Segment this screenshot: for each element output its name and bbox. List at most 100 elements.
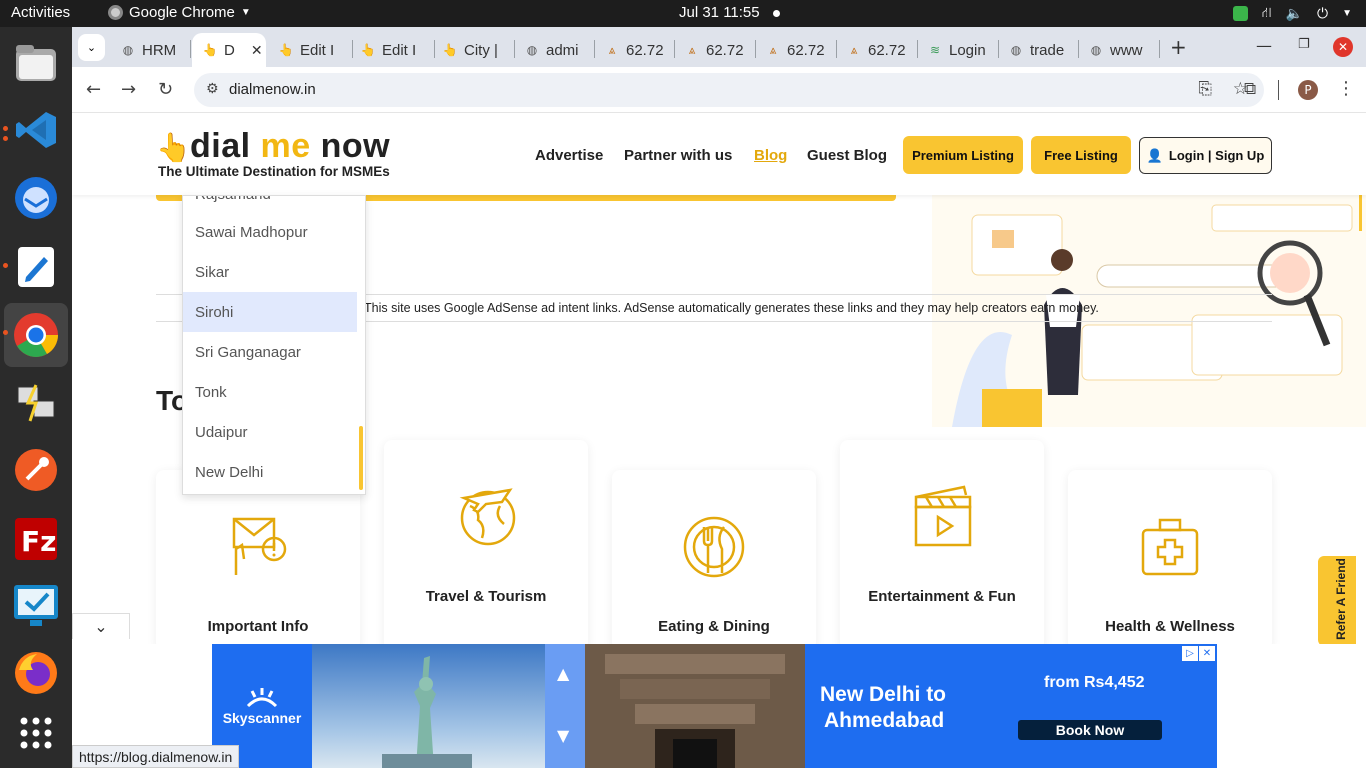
remote-support-icon[interactable] bbox=[10, 580, 62, 632]
system-top-bar: Activities Google Chrome ▼ Jul 31 11:55 … bbox=[0, 0, 1366, 27]
refer-friend-tab[interactable]: Refer A Friend bbox=[1318, 556, 1356, 644]
chrome-icon bbox=[108, 5, 123, 20]
dropdown-option[interactable]: Sikar bbox=[183, 252, 357, 292]
ad-choices[interactable]: ▷ ✕ bbox=[1182, 646, 1215, 661]
tab[interactable]: ⩓ 62.72 bbox=[604, 33, 670, 67]
premium-listing-button[interactable]: Premium Listing bbox=[903, 136, 1023, 174]
svg-text:Fz: Fz bbox=[21, 525, 56, 558]
globe-icon: ◍ bbox=[1090, 43, 1102, 57]
ad-carousel-arrows[interactable]: ▲ ▼ bbox=[545, 644, 585, 768]
dropdown-option[interactable]: Sawai Madhopur bbox=[183, 212, 357, 252]
tab-strip: ⌄ ◍ HRM 👆 D ✕ 👆 Edit I 👆 Edit I 👆 City |… bbox=[72, 27, 1366, 67]
vscode-icon[interactable] bbox=[10, 104, 62, 156]
dropdown-option[interactable]: Tonk bbox=[183, 372, 357, 412]
close-icon[interactable]: ✕ bbox=[1199, 646, 1215, 661]
category-card-important-info[interactable]: Important Info bbox=[156, 470, 360, 644]
tab[interactable]: ◍ www bbox=[1088, 33, 1154, 67]
minimize-button[interactable]: — bbox=[1256, 36, 1272, 55]
category-card-entertainment[interactable]: Entertainment & Fun bbox=[840, 440, 1044, 644]
tab[interactable]: ⩓ 62.72 bbox=[846, 33, 912, 67]
clock[interactable]: Jul 31 11:55 bbox=[679, 4, 760, 21]
adchoices-icon[interactable]: ▷ bbox=[1182, 646, 1198, 661]
tab-label: City | bbox=[464, 41, 498, 59]
nav-advertise[interactable]: Advertise bbox=[535, 147, 603, 164]
category-card-health[interactable]: Health & Wellness bbox=[1068, 470, 1272, 644]
forward-button[interactable]: → bbox=[121, 79, 136, 100]
back-button[interactable]: ← bbox=[86, 79, 101, 100]
text-editor-icon[interactable] bbox=[10, 241, 62, 293]
hand-icon: 👆 bbox=[278, 43, 294, 57]
tab-label: 62.72 bbox=[787, 41, 825, 59]
category-label: Entertainment & Fun bbox=[868, 588, 1016, 605]
dropdown-option[interactable]: Udaipur bbox=[183, 412, 357, 452]
dropdown-option[interactable]: New Delhi bbox=[183, 452, 357, 492]
login-signup-button[interactable]: 👤 Login | Sign Up bbox=[1139, 137, 1272, 174]
files-icon[interactable] bbox=[10, 37, 62, 89]
ad-brand-name: Skyscanner bbox=[222, 710, 302, 726]
free-listing-button[interactable]: Free Listing bbox=[1031, 136, 1131, 174]
arrow-down-icon[interactable]: ▼ bbox=[557, 726, 569, 745]
tab[interactable]: ◍ admi bbox=[524, 33, 588, 67]
postman-icon[interactable] bbox=[10, 444, 62, 496]
medical-kit-icon bbox=[1141, 518, 1199, 576]
menu-kebab-icon[interactable]: ⋮ bbox=[1337, 78, 1355, 99]
tab-label: Edit I bbox=[300, 41, 335, 59]
new-tab-button[interactable]: + bbox=[1170, 35, 1187, 59]
profile-avatar[interactable]: P bbox=[1298, 80, 1318, 100]
dropdown-option-selected[interactable]: Sirohi bbox=[183, 292, 357, 332]
tab[interactable]: 👆 Edit I bbox=[278, 33, 348, 67]
nav-guest-blog[interactable]: Guest Blog bbox=[807, 147, 887, 164]
system-tray[interactable]: ⛙ 🔈 ⏻ ▼ bbox=[1232, 4, 1352, 23]
tab-label: 62.72 bbox=[868, 41, 906, 59]
show-apps-icon[interactable] bbox=[10, 707, 62, 759]
tab[interactable]: ◍ HRM bbox=[116, 33, 186, 67]
install-app-icon[interactable]: ⎘ bbox=[1198, 79, 1212, 99]
category-label: Important Info bbox=[207, 618, 309, 635]
nav-blog[interactable]: Blog bbox=[754, 147, 787, 164]
tab[interactable]: ⩓ 62.72 bbox=[684, 33, 750, 67]
dropdown-option[interactable]: Sri Ganganagar bbox=[183, 332, 357, 372]
dock: Fz bbox=[0, 27, 72, 768]
refer-friend-label: Refer A Friend bbox=[1334, 558, 1348, 640]
tab[interactable]: 👆 City | bbox=[442, 33, 514, 67]
app-menu[interactable]: Google Chrome ▼ bbox=[108, 4, 251, 21]
filezilla-icon[interactable]: Fz bbox=[10, 513, 62, 565]
category-card-dining[interactable]: Eating & Dining bbox=[612, 470, 816, 644]
skyscanner-ad[interactable]: Skyscanner ▲ ▼ New Delhi to Ahmedabad fr… bbox=[212, 644, 1217, 768]
category-card-travel[interactable]: Travel & Tourism bbox=[384, 440, 588, 644]
tab-active[interactable]: 👆 D ✕ bbox=[192, 33, 266, 67]
extensions-icon[interactable]: ⧉ bbox=[1244, 79, 1256, 99]
tab[interactable]: 👆 Edit I bbox=[360, 33, 432, 67]
collapse-ad-button[interactable]: ⌄ bbox=[72, 613, 130, 639]
tab[interactable]: ◍ trade bbox=[1008, 33, 1074, 67]
firefox-icon[interactable] bbox=[10, 647, 62, 699]
remote-desktop-icon[interactable] bbox=[10, 377, 62, 429]
network-icon: ⛙ bbox=[1261, 4, 1272, 20]
hand-icon: 👆 bbox=[442, 43, 458, 57]
volume-icon: 🔈 bbox=[1285, 5, 1304, 21]
tab[interactable]: ≋ Login bbox=[927, 33, 995, 67]
address-bar[interactable]: ⚙ dialmenow.in ⎘ ☆ bbox=[194, 73, 1264, 107]
site-info-icon[interactable]: ⚙ bbox=[206, 81, 219, 97]
dropdown-scrollbar[interactable] bbox=[359, 426, 363, 490]
bridge-icon: ⩓ bbox=[688, 42, 696, 57]
tab[interactable]: ⩓ 62.72 bbox=[765, 33, 831, 67]
tab-label: trade bbox=[1030, 41, 1065, 59]
tab-search-button[interactable]: ⌄ bbox=[78, 34, 105, 61]
thunderbird-icon[interactable] bbox=[10, 172, 62, 224]
globe-plane-icon bbox=[459, 488, 516, 546]
close-window-button[interactable]: ✕ bbox=[1333, 37, 1353, 57]
stepwell-image bbox=[585, 644, 805, 768]
book-now-button[interactable]: Book Now bbox=[1018, 720, 1162, 740]
activities-button[interactable]: Activities bbox=[11, 4, 70, 21]
arrow-up-icon[interactable]: ▲ bbox=[557, 664, 569, 683]
chrome-icon[interactable] bbox=[10, 309, 62, 361]
login-label: Login | Sign Up bbox=[1168, 148, 1265, 163]
district-dropdown[interactable]: Rajsamand Sawai Madhopur Sikar Sirohi Sr… bbox=[182, 195, 366, 495]
reload-button[interactable]: ↻ bbox=[158, 79, 173, 100]
maximize-button[interactable]: ❐ bbox=[1298, 37, 1310, 52]
close-icon[interactable]: ✕ bbox=[251, 42, 263, 59]
nav-partner[interactable]: Partner with us bbox=[624, 147, 732, 164]
hand-icon: 👆 bbox=[360, 43, 376, 57]
site-logo[interactable]: 👆 dial me now The Ultimate Destination f… bbox=[156, 127, 412, 185]
